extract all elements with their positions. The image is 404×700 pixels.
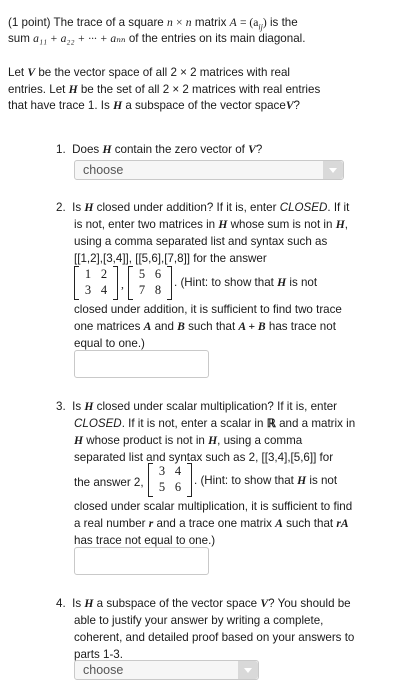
question-3-line-1: 3. Is H closed under scalar multiplicati… — [56, 400, 338, 413]
q3-answer-input[interactable] — [74, 547, 209, 575]
intro-line-5: that have trace 1. Is H a subspace of th… — [8, 99, 300, 112]
question-1: 1. Does H contain the zero vector of V? — [56, 143, 263, 156]
chevron-down-icon[interactable] — [238, 661, 258, 679]
points-label: (1 point) — [8, 16, 51, 29]
intro-line-4: entries. Let H be the set of all 2 × 2 m… — [8, 83, 321, 96]
chevron-down-icon[interactable] — [323, 161, 343, 179]
question-3-line-3: H whose product is not in H, using a com… — [74, 434, 303, 447]
question-3-line-2: CLOSED. If it is not, enter a scalar in … — [74, 417, 356, 430]
question-4-line-3: coherent, and detailed proof based on yo… — [74, 631, 355, 644]
example-matrix-1: 1 2 3 4 — [74, 266, 118, 300]
select-value: choose — [83, 663, 124, 677]
question-number: 3. — [56, 400, 66, 413]
intro-line-2: sum a₁₁ + a₂₂ + ··· + aₙₙ of the entries… — [8, 32, 306, 45]
question-3-line-4: separated list and syntax such as 2, [[3… — [74, 451, 334, 464]
question-2-line-3: using a comma separated list and syntax … — [74, 235, 328, 248]
question-3-hint: . (Hint: to show that H is not — [194, 474, 338, 487]
question-3-line-5: the answer 2, — [74, 476, 144, 489]
question-3-line-6: closed under scalar multiplication, it i… — [74, 500, 353, 513]
question-number: 1. — [56, 143, 66, 156]
question-2-line-7: one matrices A and B such that A + B has… — [74, 320, 336, 333]
question-2-line-4: [[1,2],[3,4]], [[5,6],[7,8]] for the ans… — [74, 252, 267, 265]
q4-answer-select[interactable]: choose — [74, 660, 259, 680]
question-4-line-2: able to justify your answer by writing a… — [74, 614, 324, 627]
example-matrix-2: 5 6 7 8 — [128, 266, 172, 300]
question-4-line-1: 4. Is H a subspace of the vector space V… — [56, 597, 351, 610]
question-number: 4. — [56, 597, 66, 610]
question-2-hint: . (Hint: to show that H is not — [174, 276, 318, 289]
question-3-line-7: a real number r and a trace one matrix A… — [74, 517, 349, 530]
q1-answer-select[interactable]: choose — [74, 160, 344, 180]
question-number: 2. — [56, 201, 66, 214]
example-matrix-3: 3 4 5 6 — [148, 463, 192, 497]
q2-answer-input[interactable] — [74, 350, 209, 378]
question-2-line-2: is not, enter two matrices in H whose su… — [74, 218, 348, 231]
intro-line-3: Let V be the vector space of all 2 × 2 m… — [8, 66, 290, 79]
select-value: choose — [83, 163, 124, 177]
question-2-line-6: closed under addition, it is sufficient … — [74, 303, 342, 316]
question-2-line-1: 2. Is H closed under addition? If it is,… — [56, 201, 350, 214]
